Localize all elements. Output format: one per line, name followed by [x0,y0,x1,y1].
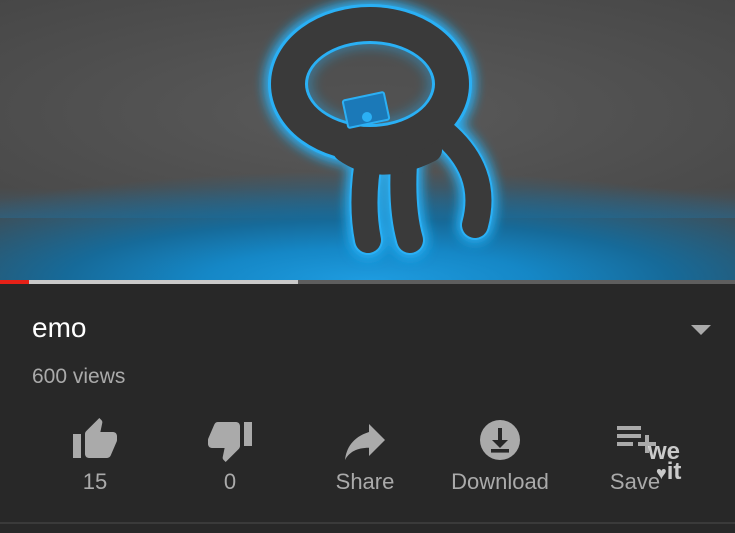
video-title: emo [32,312,87,343]
like-count: 15 [82,469,108,494]
share-label: Share [335,469,395,494]
divider [0,522,735,524]
video-thumbnail-figure [268,4,494,255]
watermark-heart-it: ♥it [656,458,682,485]
video-player[interactable] [0,0,735,281]
download-label: Download [451,469,549,494]
weheartit-watermark: we ♥it [648,438,682,485]
download-button[interactable]: Download [435,412,565,502]
progress-buffered [0,280,298,284]
dislike-count: 0 [223,469,237,494]
share-button[interactable]: Share [300,412,430,502]
thumbs-down-icon [208,422,252,462]
dislike-button[interactable]: 0 [165,412,295,502]
share-icon [345,424,385,460]
view-count: 600 views [32,365,126,388]
expand-description-icon[interactable] [690,324,712,336]
thumbs-up-icon [73,418,117,458]
progress-played [0,280,30,284]
download-icon [480,420,520,460]
like-button[interactable]: 15 [30,412,160,502]
action-bar: 15 0 Share Download Save [0,412,735,512]
video-progress-bar[interactable] [0,280,735,284]
